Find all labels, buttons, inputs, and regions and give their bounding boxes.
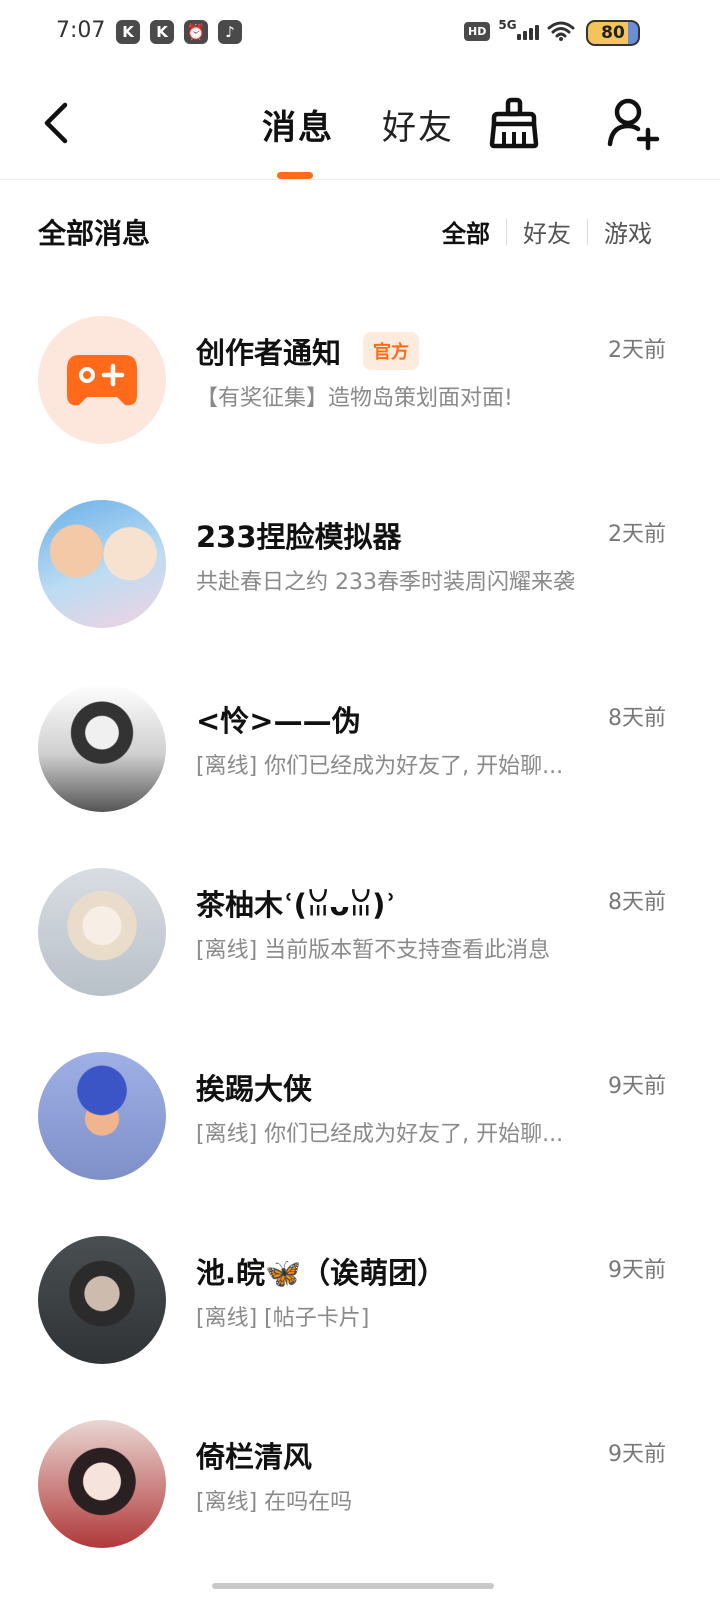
conversation-time: 8天前 [608,706,666,731]
wifi-icon [547,21,575,41]
gamepad-icon [67,355,137,406]
avatar [38,1052,166,1180]
conversation-item[interactable]: <怜>——伪 8天前 [离线] 你们已经成为好友了, 开始聊... [0,684,720,824]
conversation-item[interactable]: 创作者通知 官方 2天前 【有奖征集】造物岛策划面对面! [0,316,720,456]
signal-icon [516,22,539,40]
conversation-item[interactable]: 倚栏清风 9天前 [离线] 在吗在吗 [0,1420,720,1560]
battery-indicator: 80 [586,20,640,46]
tab-friends[interactable]: 好友 [382,100,454,149]
conversation-preview: [离线] 当前版本暂不支持查看此消息 [196,938,551,963]
clear-unread-button[interactable] [486,96,542,152]
status-bar: 7:07 K K ⏰ ♪ HD 5G 80 [0,0,720,64]
conversation-time: 8天前 [608,890,666,915]
conversation-name: 倚栏清风 [196,1440,313,1474]
filter-all[interactable]: 全部 [426,214,506,249]
add-user-icon [607,98,660,151]
filter-bar: 全部消息 全部 好友 游戏 [0,208,720,254]
filter-friends[interactable]: 好友 [507,214,587,249]
conversation-item[interactable]: 池.皖🦋（诶萌团） 9天前 [离线] [帖子卡片] [0,1236,720,1376]
kuaishou-app-icon: K [116,20,140,44]
conversation-time: 2天前 [608,522,666,547]
conversation-item[interactable]: 挨踢大侠 9天前 [离线] 你们已经成为好友了, 开始聊... [0,1052,720,1192]
conversation-time: 9天前 [608,1258,666,1283]
kuaishou-app-icon: K [150,20,174,44]
status-time: 7:07 [56,18,106,43]
alarm-icon: ⏰ [184,20,208,44]
avatar [38,868,166,996]
status-indicators: HD 5G [464,18,575,42]
conversation-time: 9天前 [608,1074,666,1099]
broom-icon [489,97,539,149]
conversation-name: 创作者通知 官方 [196,330,420,372]
conversation-name: 挨踢大侠 [196,1072,313,1106]
official-badge: 官方 [363,332,420,370]
conversation-preview: [离线] 你们已经成为好友了, 开始聊... [196,1122,564,1147]
conversation-name: 233捏脸模拟器 [196,520,402,554]
conversation-item[interactable]: 233捏脸模拟器 2天前 共赴春日之约 233春季时装周闪耀来袭 [0,500,720,640]
avatar [38,1236,166,1364]
tiktok-app-icon: ♪ [218,20,242,44]
conversation-preview: [离线] 你们已经成为好友了, 开始聊... [196,754,564,779]
back-icon [44,102,68,144]
network-label: 5G [498,18,517,32]
conversation-preview: 共赴春日之约 233春季时装周闪耀来袭 [196,570,575,595]
avatar [38,684,166,812]
conversation-name: 池.皖🦋（诶萌团） [196,1256,447,1290]
active-tab-indicator [277,172,313,179]
conversation-preview: 【有奖征集】造物岛策划面对面! [196,386,513,411]
conversation-time: 2天前 [608,338,666,363]
conversation-name: 茶柚木ʿ(ꈍᴗꈍ)ʾ [196,888,396,922]
conversation-time: 9天前 [608,1442,666,1467]
top-navigation: 消息 好友 [0,70,720,180]
conversation-preview: [离线] [帖子卡片] [196,1306,370,1331]
section-title: 全部消息 [38,217,151,250]
avatar [38,316,166,444]
conversation-item[interactable]: 茶柚木ʿ(ꈍᴗꈍ)ʾ 8天前 [离线] 当前版本暂不支持查看此消息 [0,868,720,1008]
status-app-icons: K K ⏰ ♪ [116,20,242,44]
back-button[interactable] [34,98,78,148]
conversation-name: <怜>——伪 [196,704,361,738]
conversation-name-text: 创作者通知 [196,336,342,370]
hd-badge: HD [464,21,491,41]
avatar [38,1420,166,1548]
conversation-preview: [离线] 在吗在吗 [196,1490,353,1515]
tab-messages[interactable]: 消息 [262,100,334,149]
filter-games[interactable]: 游戏 [588,214,668,249]
filter-options: 全部 好友 游戏 [426,214,668,249]
add-friend-button[interactable] [604,96,660,152]
home-indicator[interactable] [212,1583,494,1589]
avatar [38,500,166,628]
